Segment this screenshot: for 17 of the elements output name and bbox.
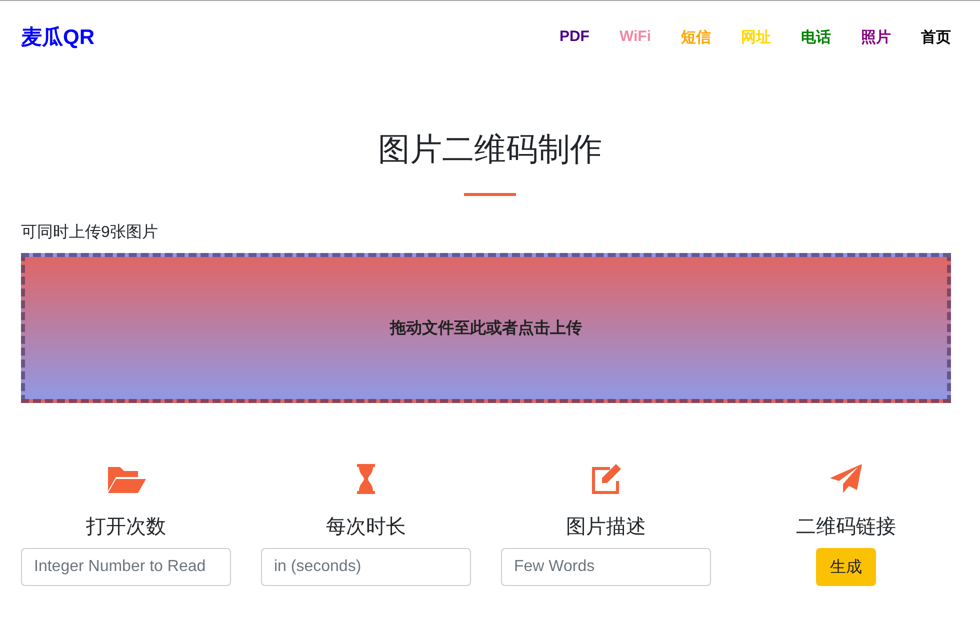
nav-link[interactable]: 照片 [861, 28, 891, 46]
feature-title: 二维码链接 [796, 515, 896, 539]
input-field[interactable]: Integer Number to Read [21, 548, 231, 586]
title-underline [464, 193, 516, 196]
input-field[interactable]: Few Words [501, 548, 711, 586]
nav-link[interactable]: 电话 [801, 28, 831, 46]
nav-link[interactable]: PDF [559, 28, 590, 46]
input-field[interactable]: in (seconds) [261, 548, 471, 586]
feature-title: 图片描述 [566, 515, 646, 539]
upload-dropzone[interactable]: 拖动文件至此或者点击上传 [21, 253, 951, 403]
feature-title: 打开次数 [86, 515, 166, 539]
brand-logo[interactable]: 麦瓜QR [21, 23, 94, 51]
feature-title: 每次时长 [326, 515, 406, 539]
nav-link[interactable]: 首页 [921, 28, 951, 46]
generate-button[interactable]: 生成 [816, 548, 876, 586]
page-title: 图片二维码制作 [377, 130, 603, 169]
upload-note: 可同时上传9张图片 [21, 222, 159, 243]
